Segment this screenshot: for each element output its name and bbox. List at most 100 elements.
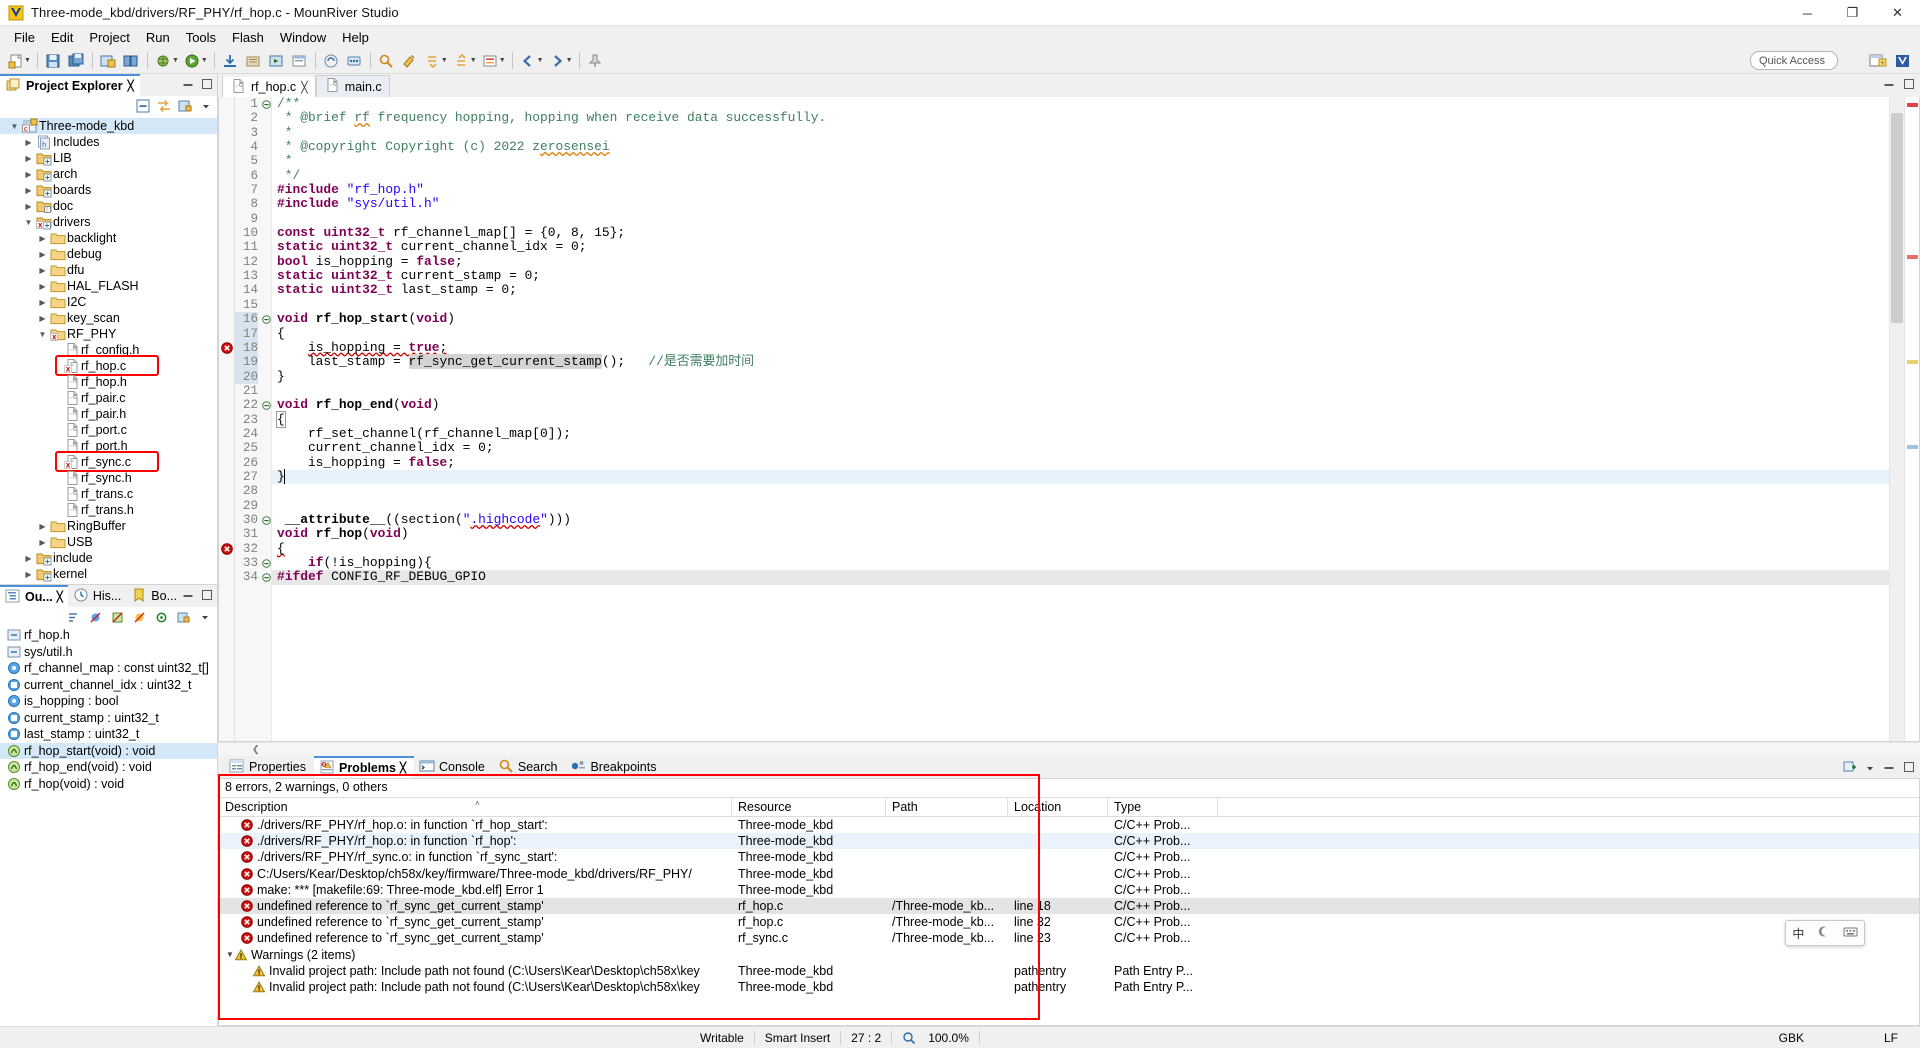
code-line-12[interactable]: bool is_hopping = false; — [272, 255, 1889, 269]
column-header-type[interactable]: Type — [1108, 798, 1218, 816]
menu-flash[interactable]: Flash — [224, 28, 272, 47]
editor-folding-ruler[interactable] — [261, 97, 272, 741]
tree-item-backlight[interactable]: ▶backlight — [0, 230, 217, 246]
code-line-1[interactable]: /** — [272, 97, 1889, 111]
problem-row[interactable]: Invalid project path: Include path not f… — [219, 963, 1919, 979]
tree-item-includes[interactable]: ▶hIncludes — [0, 134, 217, 150]
tree-item-rf-sync-c[interactable]: cxrf_sync.c — [0, 454, 217, 470]
outline-item[interactable]: last_stamp : uint32_t — [0, 726, 217, 743]
menu-file[interactable]: File — [6, 28, 43, 47]
menu-run[interactable]: Run — [138, 28, 178, 47]
column-header-location[interactable]: Location — [1008, 798, 1108, 816]
editor-tab-rf-hop-c[interactable]: .crf_hop.c╳ — [222, 75, 316, 97]
outline-item[interactable]: rf_hop_end(void) : void — [0, 759, 217, 776]
maximize-icon[interactable] — [1903, 78, 1915, 93]
tree-item-usb[interactable]: ▶USB — [0, 534, 217, 550]
tree-item-lib[interactable]: ▶LIB — [0, 150, 217, 166]
view-menu-icon[interactable] — [1865, 761, 1875, 776]
chevron-right-icon[interactable]: ▶ — [36, 522, 49, 531]
editor-vertical-scrollbar[interactable] — [1889, 97, 1904, 741]
code-line-31[interactable]: void rf_hop(void) — [272, 527, 1889, 541]
code-line-28[interactable] — [272, 484, 1889, 498]
tree-item-rf-port-h[interactable]: .hrf_port.h — [0, 438, 217, 454]
maximize-icon[interactable] — [1903, 761, 1915, 776]
code-line-15[interactable] — [272, 298, 1889, 312]
ime-language-bar[interactable]: 中 — [1785, 920, 1865, 946]
tree-item-rf-sync-h[interactable]: .hrf_sync.h — [0, 470, 217, 486]
tree-item-rf-phy[interactable]: ▼xRF_PHY — [0, 326, 217, 342]
chevron-right-icon[interactable]: ▶ — [22, 570, 35, 579]
tree-item-debug[interactable]: ▶debug — [0, 246, 217, 262]
quick-access-field[interactable]: Quick Access — [1750, 51, 1838, 70]
outline-item[interactable]: rf_hop.h — [0, 627, 217, 644]
fold-toggle-16[interactable] — [261, 312, 271, 326]
fold-toggle-34[interactable] — [261, 570, 271, 584]
code-line-29[interactable] — [272, 499, 1889, 513]
code-line-19[interactable]: last_stamp = rf_sync_get_current_stamp()… — [272, 355, 1889, 369]
code-line-32[interactable]: { — [272, 542, 1889, 556]
close-icon[interactable]: ╳ — [57, 592, 63, 603]
problem-row[interactable]: ./drivers/RF_PHY/rf_hop.o: in function `… — [219, 817, 1919, 833]
tree-item-dfu[interactable]: ▶dfu — [0, 262, 217, 278]
tree-item-rf-trans-c[interactable]: .crf_trans.c — [0, 486, 217, 502]
code-line-34[interactable]: #ifdef CONFIG_RF_DEBUG_GPIO — [272, 570, 1889, 584]
code-line-16[interactable]: void rf_hop_start(void) — [272, 312, 1889, 326]
outline-item[interactable]: rf_hop_start(void) : void — [0, 743, 217, 760]
view-menu-icon[interactable] — [176, 610, 190, 624]
run-icon[interactable] — [182, 50, 203, 71]
minimize-icon[interactable] — [1883, 761, 1895, 776]
sort-icon[interactable] — [66, 610, 80, 624]
view-dropdown-icon[interactable] — [199, 99, 213, 113]
tree-item-doc[interactable]: ▶!doc — [0, 198, 217, 214]
outline-item[interactable]: current_stamp : uint32_t — [0, 710, 217, 727]
marker-icon[interactable] — [480, 50, 501, 71]
moon-icon[interactable] — [1817, 925, 1830, 941]
tab-properties[interactable]: Properties — [224, 756, 314, 778]
chevron-right-icon[interactable]: ▶ — [22, 170, 35, 179]
code-line-17[interactable]: { — [272, 327, 1889, 341]
problem-row[interactable]: ▼Warnings (2 items) — [219, 947, 1919, 963]
error-marker-line-18[interactable] — [219, 341, 234, 355]
code-line-20[interactable]: } — [272, 370, 1889, 384]
tree-item-three-mode-kbd[interactable]: ▼cThree-mode_kbd — [0, 118, 217, 134]
tab-project-explorer[interactable]: Project Explorer ╳ — [0, 74, 140, 96]
menu-project[interactable]: Project — [81, 28, 137, 47]
outline-list[interactable]: rf_hop.hsys/util.hrf_channel_map : const… — [0, 627, 217, 1026]
column-header-description[interactable]: Description˄ — [219, 798, 732, 816]
prev-annotation-icon[interactable] — [451, 50, 472, 71]
fold-toggle-22[interactable] — [261, 398, 271, 412]
forward-icon[interactable] — [547, 50, 568, 71]
tree-item-drivers[interactable]: ▼xdrivers — [0, 214, 217, 230]
chevron-right-icon[interactable]: ▶ — [22, 554, 35, 563]
chevron-down-icon[interactable]: ▼ — [22, 218, 35, 227]
chevron-right-icon[interactable]: ▶ — [36, 250, 49, 259]
build-icon[interactable] — [98, 50, 119, 71]
code-line-26[interactable]: is_hopping = false; — [272, 456, 1889, 470]
tree-item-include[interactable]: ▶include — [0, 550, 217, 566]
problems-table-header[interactable]: Description˄ResourcePathLocationType — [219, 797, 1919, 817]
chevron-right-icon[interactable]: ▶ — [22, 202, 35, 211]
error-marker-line-32[interactable] — [219, 542, 234, 556]
terminal-icon[interactable] — [321, 50, 342, 71]
problem-row[interactable]: C:/Users/Kear/Desktop/ch58x/key/firmware… — [219, 866, 1919, 882]
close-icon[interactable]: ╳ — [128, 81, 134, 92]
tab-problems[interactable]: xProblems╳ — [314, 756, 414, 778]
code-line-2[interactable]: * @brief rf frequency hopping, hopping w… — [272, 111, 1889, 125]
chevron-down-icon[interactable]: ▼ — [225, 950, 235, 959]
tree-item-rf-trans-h[interactable]: .hrf_trans.h — [0, 502, 217, 518]
tree-item-rf-pair-h[interactable]: .hrf_pair.h — [0, 406, 217, 422]
code-line-3[interactable]: * — [272, 126, 1889, 140]
code-line-14[interactable]: static uint32_t last_stamp = 0; — [272, 283, 1889, 297]
tab-breakpoints[interactable]: Breakpoints — [565, 756, 664, 778]
tree-item-hal-flash[interactable]: ▶HAL_FLASH — [0, 278, 217, 294]
problem-row[interactable]: undefined reference to `rf_sync_get_curr… — [219, 914, 1919, 930]
tree-item-boards[interactable]: ▶boards — [0, 182, 217, 198]
chevron-right-icon[interactable]: ▶ — [22, 154, 35, 163]
tab-console[interactable]: Console — [414, 756, 493, 778]
column-header-path[interactable]: Path — [886, 798, 1008, 816]
code-line-10[interactable]: const uint32_t rf_channel_map[] = {0, 8,… — [272, 226, 1889, 240]
status-zoom-level[interactable]: 100.0% — [926, 1027, 979, 1048]
scrollbar-thumb[interactable] — [1891, 113, 1903, 323]
chevron-right-icon[interactable]: ▶ — [22, 138, 35, 147]
menu-window[interactable]: Window — [272, 28, 334, 47]
